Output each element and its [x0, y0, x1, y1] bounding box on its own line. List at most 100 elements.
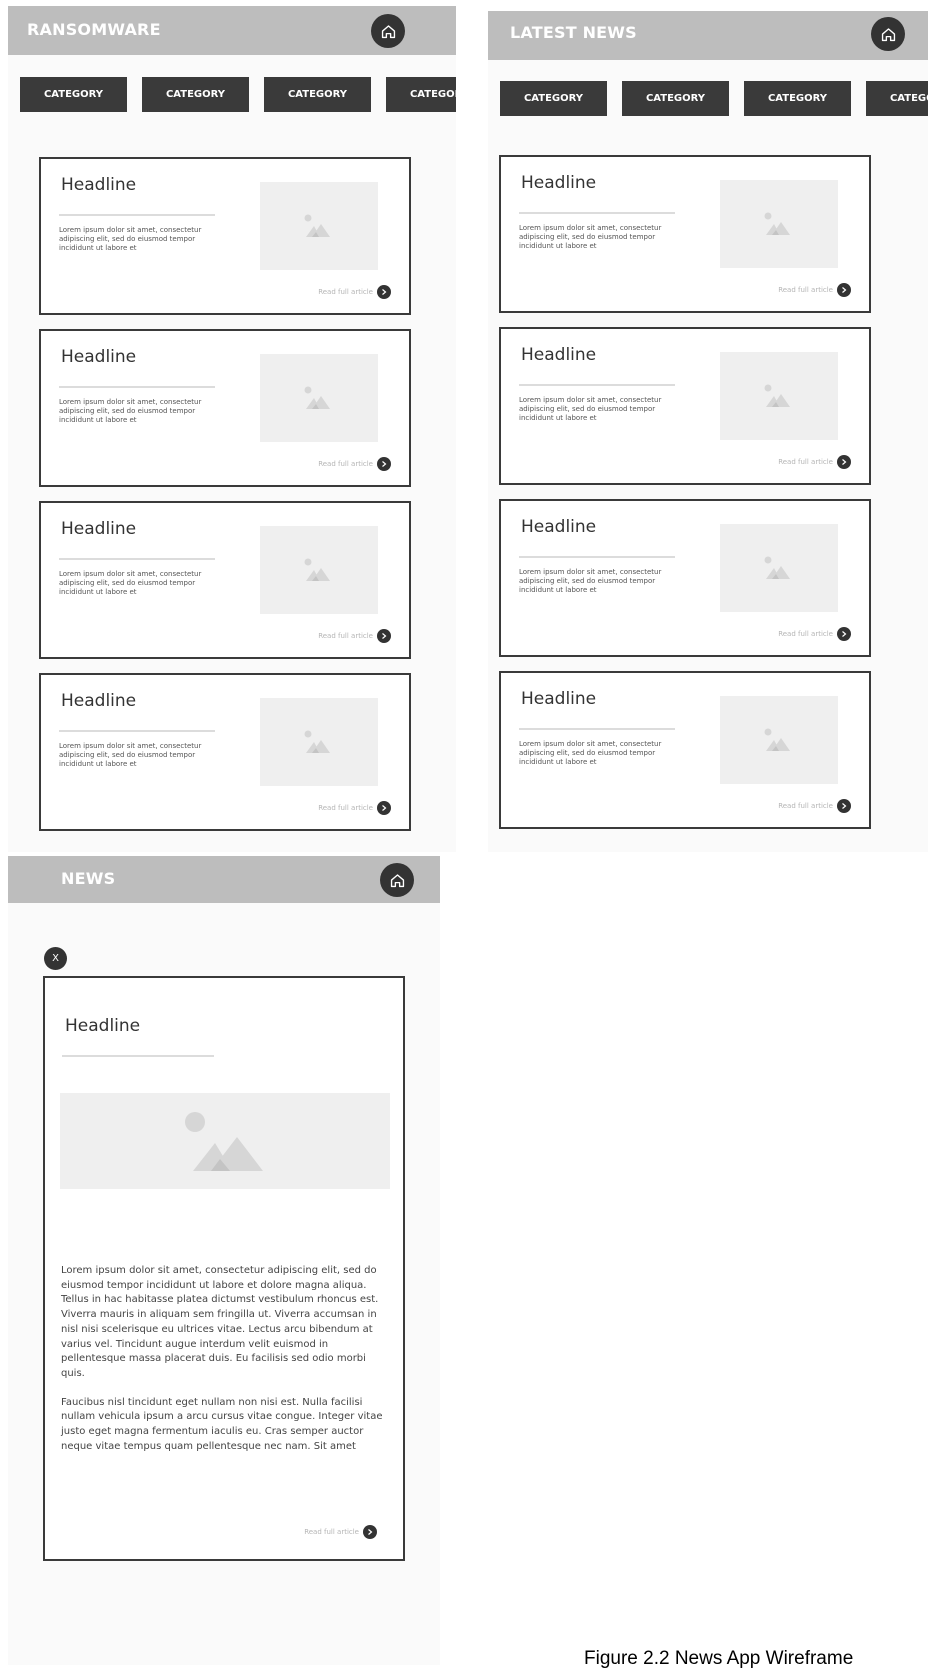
card-headline: Headline: [521, 517, 597, 537]
card-image-placeholder: [260, 698, 378, 786]
tab-category[interactable]: CATEGORY: [386, 77, 456, 112]
card-headline: Headline: [61, 691, 137, 711]
read-more-label: Read full article: [318, 460, 373, 468]
article-card[interactable]: Headline Lorem ipsum dolor sit amet, cons…: [39, 157, 411, 315]
image-placeholder-icon: [764, 384, 790, 407]
read-full-article-link[interactable]: Read full article: [318, 801, 391, 815]
read-more-label: Read full article: [778, 630, 833, 638]
arrow-right-icon: [377, 629, 391, 643]
card-excerpt: Lorem ipsum dolor sit amet, consectetur …: [59, 226, 202, 252]
arrow-right-icon: [363, 1525, 377, 1539]
image-placeholder-icon: [764, 556, 790, 579]
category-tabs: CATEGORY CATEGORY CATEGORY CATEGORY: [20, 77, 456, 112]
tab-category[interactable]: CATEGORY: [500, 81, 607, 116]
read-full-article-link[interactable]: Read full article: [318, 285, 391, 299]
headline-divider: [59, 214, 215, 216]
article-card[interactable]: Headline Lorem ipsum dolor sit amet, cons…: [499, 155, 871, 313]
ransomware-screen: RANSOMWARE CATEGORY CATEGORY CATEGORY CATEG…: [8, 6, 456, 852]
app-bar: RANSOMWARE: [8, 6, 456, 55]
article-card[interactable]: Headline Lorem ipsum dolor sit amet, cons…: [499, 499, 871, 657]
article-card[interactable]: Headline Lorem ipsum dolor sit amet, cons…: [39, 673, 411, 831]
tab-category[interactable]: CATEGORY: [622, 81, 729, 116]
article-paragraph: Faucibus nisl tincidunt eget nullam non …: [61, 1396, 383, 1452]
app-bar: LATEST NEWS: [488, 11, 928, 60]
tab-category[interactable]: CATEGORY: [20, 77, 127, 112]
news-detail-screen: NEWS X Headline Lorem ipsum dolor sit am…: [8, 856, 440, 1665]
headline-divider: [62, 1055, 214, 1057]
tab-category[interactable]: CATEGORY: [264, 77, 371, 112]
card-image-placeholder: [260, 526, 378, 614]
image-placeholder-icon: [304, 730, 330, 753]
home-button[interactable]: [871, 17, 905, 51]
article-card[interactable]: Headline Lorem ipsum dolor sit amet, cons…: [39, 501, 411, 659]
screen-title: RANSOMWARE: [27, 20, 161, 39]
home-icon: [881, 27, 895, 41]
image-placeholder-icon: [304, 214, 330, 237]
image-placeholder-icon: [304, 558, 330, 581]
card-image-placeholder: [720, 696, 838, 784]
article-card[interactable]: Headline Lorem ipsum dolor sit amet, cons…: [499, 327, 871, 485]
card-image-placeholder: [260, 182, 378, 270]
home-button[interactable]: [371, 14, 405, 48]
home-icon: [390, 873, 404, 887]
home-icon: [381, 24, 395, 38]
read-more-label: Read full article: [304, 1528, 359, 1536]
read-more-label: Read full article: [778, 286, 833, 294]
arrow-right-icon: [837, 627, 851, 641]
screen-title: NEWS: [61, 869, 116, 888]
tab-category[interactable]: CATEGORY: [866, 81, 928, 116]
image-placeholder-icon: [304, 386, 330, 409]
card-excerpt: Lorem ipsum dolor sit amet, consectetur …: [59, 398, 202, 424]
read-full-article-link[interactable]: Read full article: [778, 455, 851, 469]
headline-divider: [59, 558, 215, 560]
card-headline: Headline: [61, 347, 137, 367]
card-headline: Headline: [521, 173, 597, 193]
tab-category[interactable]: CATEGORY: [142, 77, 249, 112]
card-excerpt: Lorem ipsum dolor sit amet, consectetur …: [519, 396, 662, 422]
read-more-label: Read full article: [318, 288, 373, 296]
card-excerpt: Lorem ipsum dolor sit amet, consectetur …: [59, 570, 202, 596]
read-full-article-link[interactable]: Read full article: [778, 799, 851, 813]
card-headline: Headline: [521, 689, 597, 709]
arrow-right-icon: [837, 283, 851, 297]
category-tabs: CATEGORY CATEGORY CATEGORY CATEGORY: [500, 81, 928, 116]
arrow-right-icon: [377, 801, 391, 815]
app-bar: NEWS: [8, 856, 440, 903]
image-placeholder-icon: [764, 728, 790, 751]
article-paragraph: Lorem ipsum dolor sit amet, consectetur …: [61, 1265, 379, 1379]
headline-divider: [59, 730, 215, 732]
read-full-article-link[interactable]: Read full article: [778, 283, 851, 297]
article-card[interactable]: Headline Lorem ipsum dolor sit amet, cons…: [499, 671, 871, 829]
figure-caption: Figure 2.2 News App Wireframe: [584, 1648, 854, 1669]
read-more-label: Read full article: [318, 804, 373, 812]
card-headline: Headline: [521, 345, 597, 365]
card-excerpt: Lorem ipsum dolor sit amet, consectetur …: [519, 740, 662, 766]
tab-category[interactable]: CATEGORY: [744, 81, 851, 116]
read-full-article-link[interactable]: Read full article: [318, 629, 391, 643]
read-full-article-link[interactable]: Read full article: [304, 1525, 377, 1539]
card-image-placeholder: [260, 354, 378, 442]
headline-divider: [519, 728, 675, 730]
card-excerpt: Lorem ipsum dolor sit amet, consectetur …: [59, 742, 202, 768]
headline-divider: [519, 212, 675, 214]
article-card: Headline Lorem ipsum dolor sit amet, con…: [43, 976, 405, 1561]
article-card[interactable]: Headline Lorem ipsum dolor sit amet, cons…: [39, 329, 411, 487]
read-more-label: Read full article: [318, 632, 373, 640]
home-button[interactable]: [380, 863, 414, 897]
read-more-label: Read full article: [778, 458, 833, 466]
article-headline: Headline: [65, 1016, 141, 1036]
close-button[interactable]: X: [44, 947, 67, 970]
card-headline: Headline: [61, 519, 137, 539]
read-full-article-link[interactable]: Read full article: [778, 627, 851, 641]
arrow-right-icon: [837, 799, 851, 813]
card-excerpt: Lorem ipsum dolor sit amet, consectetur …: [519, 568, 662, 594]
headline-divider: [519, 384, 675, 386]
card-image-placeholder: [720, 180, 838, 268]
image-placeholder-icon: [764, 212, 790, 235]
article-body: Lorem ipsum dolor sit amet, consectetur …: [61, 1264, 383, 1468]
arrow-right-icon: [377, 457, 391, 471]
screen-title: LATEST NEWS: [510, 23, 637, 42]
card-excerpt: Lorem ipsum dolor sit amet, consectetur …: [519, 224, 662, 250]
article-image-placeholder: [60, 1093, 390, 1189]
read-full-article-link[interactable]: Read full article: [318, 457, 391, 471]
